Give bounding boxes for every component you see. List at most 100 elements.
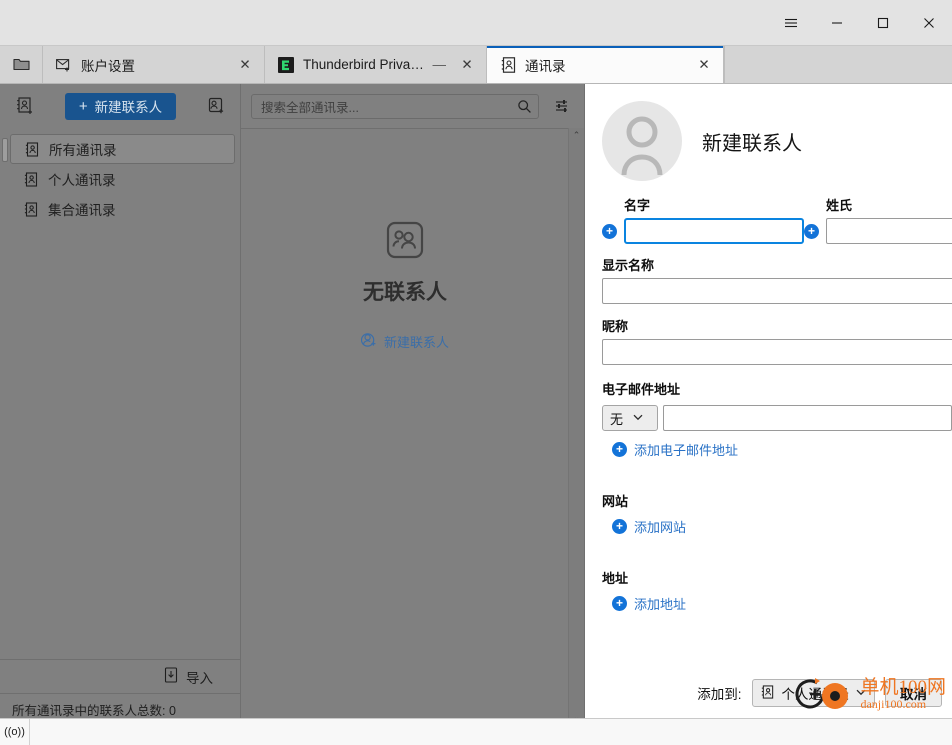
contacts-toolbar: 搜索全部通讯录... bbox=[241, 84, 585, 128]
addressbook-icon bbox=[761, 684, 775, 702]
plus-circle-icon: + bbox=[612, 519, 627, 534]
first-name-input[interactable] bbox=[624, 218, 804, 244]
contact-editor-pane: 新建联系人 名字 + 姓氏 + 显示名称 昵称 电子邮件地址 无 + 添加电子邮… bbox=[586, 84, 952, 745]
search-input[interactable]: 搜索全部通讯录... bbox=[251, 93, 539, 119]
last-name-group: 姓氏 + bbox=[804, 195, 952, 244]
mail-settings-icon bbox=[55, 56, 73, 74]
contacts-empty-state: 无联系人 新建联系人 bbox=[241, 128, 569, 725]
maximize-button[interactable] bbox=[860, 1, 906, 45]
main-body: + 新建联系人 所有通讯录 个人通讯录 集合通讯录 导入 所有通讯录中的联系人总… bbox=[0, 84, 952, 745]
chevron-down-icon bbox=[633, 413, 643, 423]
app-menu-button[interactable] bbox=[768, 1, 814, 45]
empty-state-new-contact-link[interactable]: 新建联系人 bbox=[360, 332, 449, 351]
tab-label: 账户设置 bbox=[81, 58, 135, 74]
address-section-heading: 地址 bbox=[602, 571, 629, 586]
address-book-list: 所有通讯录 个人通讯录 集合通讯录 bbox=[0, 134, 241, 224]
contact-editor-actions: 添加到: 个人通讯录 取消 bbox=[586, 667, 952, 719]
address-books-pane: + 新建联系人 所有通讯录 个人通讯录 集合通讯录 导入 所有通讯录中的联系人总… bbox=[0, 84, 241, 725]
sidebar-item-all-address-books[interactable]: 所有通讯录 bbox=[2, 134, 235, 164]
tab-privacy-notice[interactable]: Thunderbird Privacy Notice — ✕ bbox=[264, 46, 486, 83]
address-book-toolbar: + 新建联系人 bbox=[0, 84, 241, 128]
import-button[interactable]: 导入 bbox=[0, 659, 241, 693]
minimize-button[interactable] bbox=[814, 1, 860, 45]
new-contact-label: 新建联系人 bbox=[94, 100, 163, 115]
add-address-label: 添加地址 bbox=[634, 597, 687, 612]
tab-close-icon[interactable]: ✕ bbox=[234, 54, 256, 76]
plus-circle-icon: + bbox=[612, 442, 627, 457]
contact-editor-scroll: 新建联系人 名字 + 姓氏 + 显示名称 昵称 电子邮件地址 无 + 添加电子邮… bbox=[586, 84, 952, 693]
import-label: 导入 bbox=[186, 670, 213, 686]
search-icon bbox=[516, 98, 532, 114]
plus-circle-icon[interactable]: + bbox=[804, 223, 819, 239]
tab-strip-filler bbox=[724, 46, 952, 83]
name-fields-row: 名字 + 姓氏 + bbox=[602, 195, 952, 244]
email-section-heading: 电子邮件地址 bbox=[602, 382, 681, 397]
last-name-input[interactable] bbox=[826, 218, 952, 244]
tab-label: Thunderbird Privacy Notice bbox=[303, 57, 425, 72]
tab-label: 通讯录 bbox=[525, 58, 566, 74]
chevron-down-icon bbox=[856, 688, 866, 698]
target-address-book-value: 个人通讯录 bbox=[781, 687, 850, 702]
email-address-input[interactable] bbox=[663, 405, 952, 431]
add-website-link[interactable]: + 添加网站 bbox=[612, 517, 952, 536]
tab-account-settings[interactable]: 账户设置 ✕ bbox=[42, 46, 264, 83]
display-name-input[interactable] bbox=[602, 278, 952, 304]
sidebar-item-label: 个人通讯录 bbox=[48, 173, 116, 188]
sidebar-item-personal-address-book[interactable]: 个人通讯录 bbox=[10, 164, 235, 194]
addressbook-icon bbox=[23, 171, 39, 187]
avatar bbox=[602, 101, 682, 181]
addressbook-new-icon[interactable] bbox=[12, 93, 38, 119]
email-type-select[interactable]: 无 bbox=[602, 405, 658, 431]
add-to-label: 添加到: bbox=[697, 687, 742, 702]
new-contact-list-icon[interactable] bbox=[203, 93, 229, 119]
email-row: 无 bbox=[602, 405, 952, 431]
contacts-empty-icon bbox=[384, 219, 426, 266]
sidebar-item-collected-address-book[interactable]: 集合通讯录 bbox=[10, 194, 235, 224]
display-options-icon[interactable] bbox=[549, 93, 575, 119]
contact-editor-form: 名字 + 姓氏 + 显示名称 昵称 电子邮件地址 无 + 添加电子邮件地址 网站… bbox=[586, 181, 952, 613]
tab-close-icon[interactable]: ✕ bbox=[456, 54, 478, 76]
folder-icon[interactable] bbox=[0, 46, 42, 83]
email-type-value: 无 bbox=[610, 411, 624, 427]
tab-address-book[interactable]: 通讯录 ✕ bbox=[486, 46, 724, 83]
add-address-link[interactable]: + 添加地址 bbox=[612, 594, 952, 613]
empty-state-title: 无联系人 bbox=[363, 281, 447, 304]
search-placeholder: 搜索全部通讯录... bbox=[261, 100, 359, 115]
cancel-button[interactable]: 取消 bbox=[885, 679, 942, 707]
nickname-label: 昵称 bbox=[602, 319, 629, 334]
contacts-total-label: 所有通讯录中的联系人总数: 0 bbox=[12, 704, 176, 718]
thunderbird-window: 账户设置 ✕ Thunderbird Privacy Notice — ✕ 通讯… bbox=[0, 0, 952, 745]
close-button[interactable] bbox=[906, 1, 952, 45]
add-email-label: 添加电子邮件地址 bbox=[634, 443, 739, 458]
tab-close-icon[interactable]: ✕ bbox=[693, 54, 715, 76]
contacts-list-pane: 搜索全部通讯录... 无联系人 新建联系人 ⌃ ⌄ bbox=[241, 84, 585, 725]
plus-circle-icon: + bbox=[612, 596, 627, 611]
plus-circle-icon[interactable]: + bbox=[602, 223, 617, 239]
nickname-input[interactable] bbox=[602, 339, 952, 365]
plus-icon: + bbox=[78, 97, 88, 115]
add-email-link[interactable]: + 添加电子邮件地址 bbox=[612, 440, 952, 459]
cancel-label: 取消 bbox=[900, 687, 927, 702]
empty-state-link-label: 新建联系人 bbox=[383, 335, 449, 350]
scroll-up-icon[interactable]: ⌃ bbox=[573, 131, 581, 140]
addressbook-icon bbox=[24, 141, 40, 157]
new-contact-icon bbox=[360, 332, 377, 351]
target-address-book-select[interactable]: 个人通讯录 bbox=[751, 679, 875, 707]
addressbook-icon bbox=[499, 56, 517, 74]
title-bar bbox=[0, 0, 952, 46]
tab-trailing-dash: — bbox=[432, 57, 447, 72]
addressbook-icon bbox=[23, 201, 39, 217]
contacts-list-scrollbar[interactable]: ⌃ ⌄ bbox=[568, 128, 584, 725]
first-name-label: 名字 bbox=[624, 198, 651, 213]
person-avatar-icon bbox=[621, 116, 663, 176]
new-contact-button[interactable]: + 新建联系人 bbox=[64, 92, 177, 120]
display-name-label: 显示名称 bbox=[602, 258, 655, 273]
sidebar-item-label: 集合通讯录 bbox=[48, 203, 116, 218]
first-name-group: 名字 + bbox=[602, 195, 804, 244]
add-website-label: 添加网站 bbox=[634, 520, 687, 535]
